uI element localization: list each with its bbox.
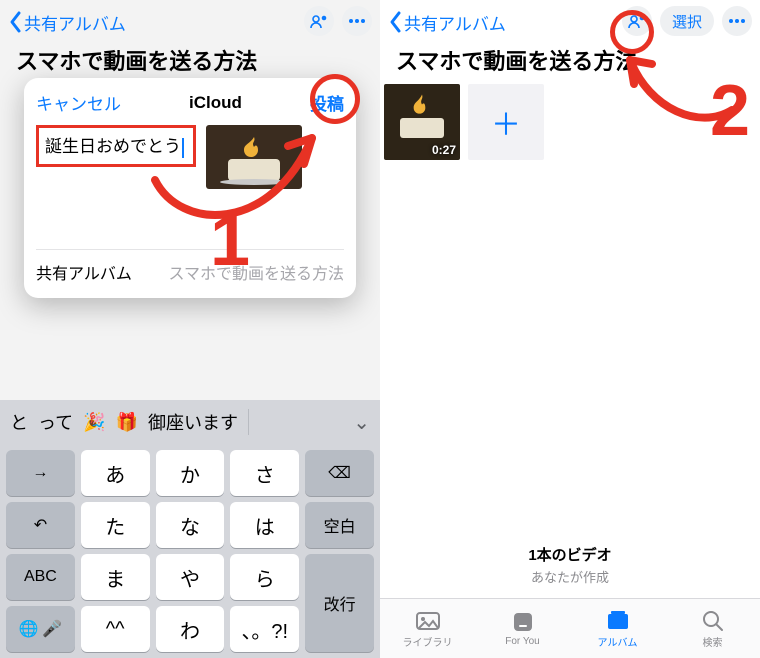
key-punct[interactable]: 、。?! — [230, 606, 299, 652]
globe-icon: 🌐 — [18, 619, 38, 639]
tab-bar: ライブラリ For You アルバム 検索 — [380, 598, 760, 658]
key-kogaki[interactable]: ^^ — [81, 606, 150, 652]
key-ha[interactable]: は — [230, 502, 299, 548]
tab-albums[interactable]: アルバム — [570, 599, 665, 658]
modal-title: iCloud — [121, 93, 310, 113]
phone-right: 共有アルバム 選択 スマホで動画を送る方法 0:27 ＋ 1本のビデオ — [380, 0, 760, 658]
for-you-icon — [510, 610, 536, 634]
library-icon — [415, 608, 441, 632]
album-meta: 1本のビデオ あなたが作成 — [380, 544, 760, 586]
more-button[interactable] — [342, 6, 372, 36]
text-cursor — [182, 138, 184, 158]
phone-left: 共有アルバム スマホで動画を送る方法 キャンセル iCloud 投稿 誕生 — [0, 0, 380, 658]
video-count: 1本のビデオ — [380, 544, 760, 565]
prediction-0[interactable]: と — [10, 409, 28, 435]
back-button[interactable]: 共有アルバム — [388, 10, 506, 35]
back-label: 共有アルバム — [24, 10, 126, 35]
caption-input[interactable]: 誕生日おめでとう — [36, 125, 196, 167]
search-icon — [700, 608, 726, 632]
key-backspace[interactable]: ⌫ — [305, 450, 374, 496]
add-media-button[interactable]: ＋ — [468, 84, 544, 160]
albums-icon — [605, 608, 631, 632]
mic-icon: 🎤 — [42, 619, 62, 639]
video-tile[interactable]: 0:27 — [384, 84, 460, 160]
prediction-3[interactable]: 🎁 — [116, 412, 138, 433]
video-duration: 0:27 — [432, 143, 456, 157]
icloud-post-modal: キャンセル iCloud 投稿 誕生日おめでとう 共有アルバム スマホで動画を送… — [24, 78, 356, 298]
prediction-bar: と って 🎉 🎁 御座います ⌄ — [0, 400, 380, 444]
album-grid: 0:27 ＋ — [380, 84, 760, 160]
key-ka[interactable]: か — [156, 450, 225, 496]
tab-library[interactable]: ライブラリ — [380, 599, 475, 658]
tab-label: For You — [505, 636, 539, 647]
caption-value: 誕生日おめでとう — [45, 137, 181, 156]
back-button[interactable]: 共有アルバム — [8, 10, 126, 35]
key-ta[interactable]: た — [81, 502, 150, 548]
share-person-icon[interactable] — [304, 6, 334, 36]
key-wa[interactable]: わ — [156, 606, 225, 652]
attached-video-thumbnail[interactable] — [206, 125, 302, 189]
tab-label: ライブラリ — [403, 634, 453, 649]
key-na[interactable]: な — [156, 502, 225, 548]
key-sa[interactable]: さ — [230, 450, 299, 496]
nav-bar: 共有アルバム 選択 — [380, 0, 760, 44]
album-owner: あなたが作成 — [380, 567, 760, 586]
album-title: スマホで動画を送る方法 — [380, 44, 760, 84]
key-ya[interactable]: や — [156, 554, 225, 600]
key-ra[interactable]: ら — [230, 554, 299, 600]
post-button[interactable]: 投稿 — [310, 90, 344, 115]
select-button[interactable]: 選択 — [660, 6, 714, 36]
prediction-4[interactable]: 御座います — [148, 409, 238, 435]
nav-bar: 共有アルバム — [0, 0, 380, 44]
cancel-button[interactable]: キャンセル — [36, 90, 121, 115]
tab-label: アルバム — [598, 634, 638, 649]
footer-left-label: 共有アルバム — [36, 260, 132, 284]
key-abc[interactable]: ABC — [6, 554, 75, 600]
tab-search[interactable]: 検索 — [665, 599, 760, 658]
key-globe-mic[interactable]: 🌐 🎤 — [6, 606, 75, 652]
back-label: 共有アルバム — [404, 10, 506, 35]
chevron-left-icon — [388, 10, 404, 34]
tab-for-you[interactable]: For You — [475, 599, 570, 658]
key-arrow[interactable]: → — [6, 450, 75, 496]
footer-right-label: スマホで動画を送る方法 — [168, 260, 344, 284]
key-undo[interactable]: ↶ — [6, 502, 75, 548]
key-enter[interactable]: 改行 — [305, 554, 374, 652]
ios-keyboard: と って 🎉 🎁 御座います ⌄ → あ か さ ⌫ ↶ た な は 空白 AB… — [0, 400, 380, 658]
key-space[interactable]: 空白 — [305, 502, 374, 548]
tab-label: 検索 — [703, 634, 723, 649]
prediction-2[interactable]: 🎉 — [83, 412, 105, 433]
key-ma[interactable]: ま — [81, 554, 150, 600]
divider — [248, 409, 249, 435]
modal-footer: 共有アルバム スマホで動画を送る方法 — [36, 249, 344, 284]
prediction-1[interactable]: って — [38, 409, 73, 435]
chevron-down-icon[interactable]: ⌄ — [353, 410, 370, 435]
key-a[interactable]: あ — [81, 450, 150, 496]
share-person-icon[interactable] — [622, 6, 652, 36]
chevron-left-icon — [8, 10, 24, 34]
more-button[interactable] — [722, 6, 752, 36]
